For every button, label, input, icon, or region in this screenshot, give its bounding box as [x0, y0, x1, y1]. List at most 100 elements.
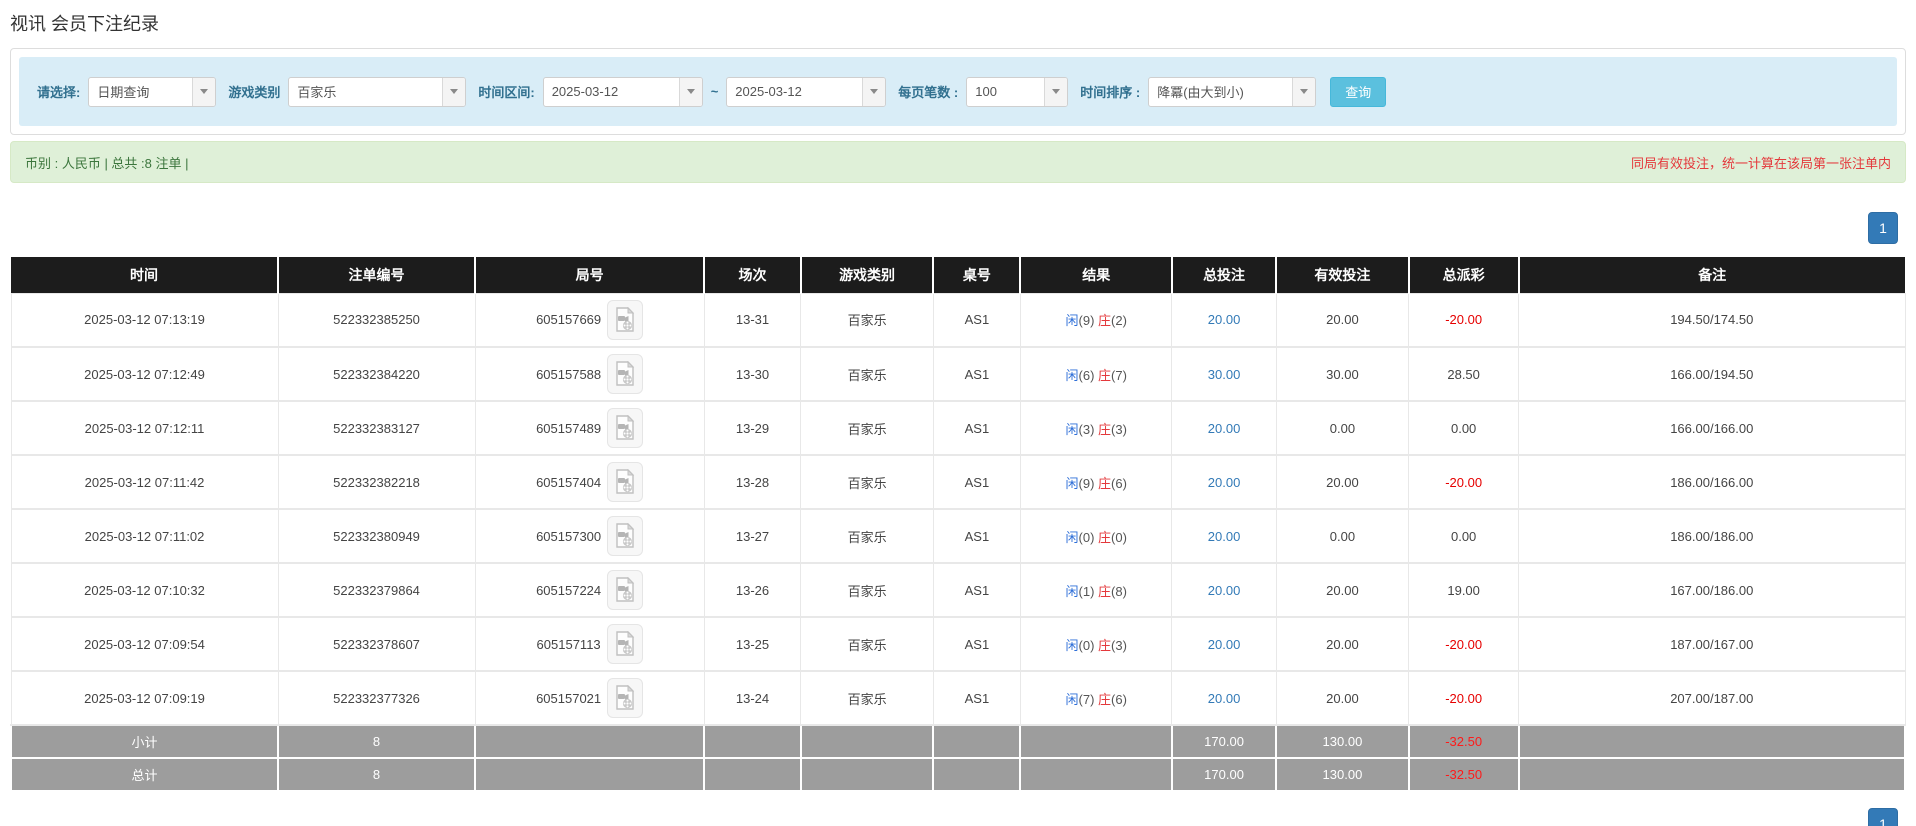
- result-player-label: 闲: [1065, 637, 1079, 653]
- subtotal-total-bet: 170.00: [1170, 724, 1278, 759]
- video-replay-button[interactable]: [607, 516, 644, 556]
- date-from-input[interactable]: [543, 77, 679, 106]
- total-bet-link[interactable]: 20.00: [1208, 637, 1241, 652]
- cell-result: 闲(0) 庄(0): [1019, 508, 1173, 564]
- video-replay-button[interactable]: [607, 354, 644, 394]
- cell-time: 2025-03-12 07:10:32: [10, 562, 279, 618]
- sort-select[interactable]: [1148, 76, 1317, 107]
- cell-table: AS1: [932, 508, 1021, 564]
- cell-valid-bet: 0.00: [1275, 508, 1410, 564]
- game-category-label: 游戏类别: [228, 85, 281, 100]
- result-player-label: 闲: [1065, 475, 1079, 491]
- cell-valid-bet: 20.00: [1275, 562, 1410, 618]
- cell-time: 2025-03-12 07:13:19: [10, 292, 279, 348]
- cell-game: 百家乐: [800, 346, 934, 402]
- result-banker-label: 庄: [1098, 313, 1112, 329]
- result-banker-score: (2): [1111, 313, 1127, 329]
- cell-payout: 0.00: [1408, 400, 1520, 456]
- cell-session: 13-28: [703, 454, 802, 510]
- cell-bet-id: 522332384220: [277, 346, 476, 402]
- total-bet-link[interactable]: 20.00: [1208, 529, 1241, 544]
- date-to-picker[interactable]: [726, 76, 887, 107]
- cell-time: 2025-03-12 07:12:11: [10, 400, 279, 456]
- cell-valid-bet: 20.00: [1275, 670, 1410, 726]
- result-player-label: 闲: [1065, 583, 1079, 599]
- date-to-dropdown-button[interactable]: [862, 77, 886, 106]
- query-type-input[interactable]: [89, 77, 193, 106]
- col-bet-id: 注单编号: [278, 257, 477, 293]
- total-bet-link[interactable]: 30.00: [1208, 367, 1241, 382]
- table-row: 2025-03-12 07:13:19 522332385250 6051576…: [10, 292, 1906, 348]
- cell-game: 百家乐: [800, 670, 934, 726]
- col-session: 场次: [704, 257, 802, 293]
- subtotal-count: 8: [277, 724, 477, 759]
- cell-session: 13-25: [703, 616, 802, 672]
- sort-input[interactable]: [1149, 77, 1293, 106]
- pagination-page-1-bottom[interactable]: 1: [1868, 808, 1898, 826]
- col-valid-bet: 有效投注: [1276, 257, 1410, 293]
- cell-remark: 186.00/166.00: [1518, 454, 1906, 510]
- result-banker-score: (3): [1111, 421, 1127, 437]
- cell-bet-id: 522332378607: [277, 616, 476, 672]
- video-replay-button[interactable]: [607, 570, 644, 610]
- result-banker-label: 庄: [1098, 421, 1112, 437]
- result-player-score: (1): [1078, 583, 1095, 599]
- video-clip-icon: [616, 469, 635, 494]
- result-banker-label: 庄: [1098, 529, 1112, 545]
- chevron-down-icon: [686, 89, 695, 94]
- chevron-down-icon: [450, 89, 459, 94]
- total-bet-link[interactable]: 20.00: [1208, 691, 1241, 706]
- per-page-select[interactable]: [966, 76, 1069, 107]
- result-banker-score: (0): [1111, 529, 1127, 545]
- video-replay-button[interactable]: [607, 678, 644, 718]
- sort-dropdown-button[interactable]: [1292, 77, 1316, 106]
- query-type-select[interactable]: [88, 76, 217, 107]
- cell-session: 13-29: [703, 400, 802, 456]
- per-page-dropdown-button[interactable]: [1044, 77, 1068, 106]
- range-separator: ~: [710, 84, 719, 99]
- query-type-dropdown-button[interactable]: [192, 77, 216, 106]
- per-page-input[interactable]: [967, 77, 1045, 106]
- cell-table: AS1: [932, 346, 1021, 402]
- video-replay-button[interactable]: [607, 299, 644, 340]
- result-player-score: (7): [1078, 691, 1095, 707]
- total-label: 总计: [9, 757, 280, 792]
- col-game: 游戏类别: [800, 257, 935, 293]
- total-bet-link[interactable]: 20.00: [1208, 421, 1241, 436]
- video-clip-icon: [616, 577, 635, 602]
- date-to-input[interactable]: [727, 77, 863, 106]
- chevron-down-icon: [200, 89, 209, 94]
- result-player-score: (9): [1078, 475, 1095, 491]
- cell-result: 闲(0) 庄(3): [1019, 616, 1173, 672]
- video-replay-button[interactable]: [607, 408, 644, 448]
- video-replay-button[interactable]: [607, 462, 644, 502]
- cell-time: 2025-03-12 07:11:02: [10, 508, 279, 564]
- date-from-picker[interactable]: [542, 76, 703, 107]
- cell-game: 百家乐: [800, 400, 934, 456]
- result-player-score: (3): [1078, 421, 1095, 437]
- round-number: 605157113: [536, 636, 601, 652]
- table-row: 2025-03-12 07:09:54 522332378607 6051571…: [10, 616, 1906, 672]
- date-from-dropdown-button[interactable]: [678, 77, 702, 106]
- currency-total-text: 币别 : 人民币 | 总共 :8 注单 |: [25, 155, 189, 171]
- cell-valid-bet: 20.00: [1275, 616, 1410, 672]
- game-category-select[interactable]: [288, 76, 467, 107]
- cell-game: 百家乐: [800, 292, 934, 348]
- query-button[interactable]: 查询: [1330, 76, 1387, 107]
- round-number: 605157404: [536, 474, 602, 490]
- result-banker-score: (3): [1111, 637, 1127, 653]
- total-bet-link[interactable]: 20.00: [1208, 475, 1241, 490]
- col-remark: 备注: [1518, 257, 1905, 293]
- game-category-dropdown-button[interactable]: [442, 77, 466, 106]
- result-banker-label: 庄: [1098, 691, 1112, 707]
- pagination-page-1-top[interactable]: 1: [1868, 212, 1898, 244]
- result-player-label: 闲: [1065, 367, 1079, 383]
- cell-remark: 166.00/166.00: [1518, 400, 1906, 456]
- result-banker-label: 庄: [1098, 475, 1112, 491]
- video-clip-icon: [616, 523, 635, 548]
- game-category-input[interactable]: [289, 77, 443, 106]
- cell-payout: 19.00: [1408, 562, 1520, 618]
- total-bet-link[interactable]: 20.00: [1208, 312, 1241, 327]
- total-bet-link[interactable]: 20.00: [1208, 583, 1241, 598]
- video-replay-button[interactable]: [606, 624, 643, 664]
